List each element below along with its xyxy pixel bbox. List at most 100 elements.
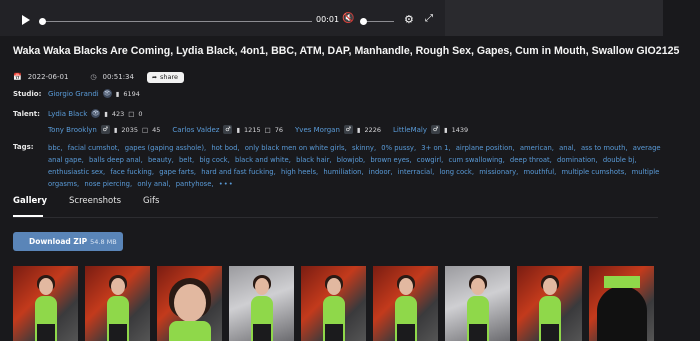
release-date: 2022-06-01: [27, 73, 69, 81]
tag[interactable]: beauty,: [148, 156, 174, 164]
volume-handle[interactable]: [360, 18, 367, 25]
studio-row: Giorgio Grandi 👁 ▮ 6194: [48, 89, 140, 98]
gallery-thumbnail[interactable]: [229, 266, 294, 341]
tag[interactable]: long cock,: [439, 168, 474, 176]
tag[interactable]: facial cumshot,: [68, 144, 120, 152]
tag[interactable]: hard and fast fucking,: [201, 168, 276, 176]
tag[interactable]: black and white,: [235, 156, 291, 164]
talent-link[interactable]: LittleMaly: [393, 126, 427, 134]
gallery-thumbnail[interactable]: [445, 266, 510, 341]
photo-count-icon: □: [264, 125, 271, 134]
tag[interactable]: skinny,: [352, 144, 376, 152]
gallery-thumbnail[interactable]: [301, 266, 366, 341]
calendar-icon: 📅: [13, 73, 22, 81]
tag[interactable]: brown eyes,: [370, 156, 411, 164]
share-button[interactable]: ➦ share: [146, 71, 185, 83]
tab-gallery[interactable]: Gallery: [13, 196, 47, 206]
video-count-icon: ▮: [236, 125, 241, 134]
studio-link[interactable]: Giorgio Grandi: [48, 90, 99, 98]
tag[interactable]: interracial,: [398, 168, 435, 176]
share-label: share: [160, 73, 179, 81]
tag[interactable]: blowjob,: [337, 156, 365, 164]
tag[interactable]: missionary,: [479, 168, 518, 176]
tag[interactable]: black hair,: [296, 156, 332, 164]
tag[interactable]: mouthful,: [523, 168, 556, 176]
mute-icon[interactable]: 🔇: [342, 14, 354, 24]
tag[interactable]: high heels,: [281, 168, 318, 176]
eye-icon[interactable]: 👁: [102, 89, 112, 98]
video-frame: [445, 0, 663, 36]
seek-bar[interactable]: [40, 21, 312, 22]
video-count-icon: ▮: [444, 125, 448, 134]
download-zip-button[interactable]: Download ZIP 54.8 MB: [13, 232, 123, 251]
tag[interactable]: indoor,: [369, 168, 393, 176]
tag[interactable]: enthusiastic sex,: [48, 168, 105, 176]
tag[interactable]: cum swallowing,: [448, 156, 504, 164]
male-icon[interactable]: ♂: [431, 125, 441, 134]
gear-icon[interactable]: ⚙: [404, 14, 414, 25]
gallery-thumbnail[interactable]: [85, 266, 150, 341]
gallery-thumbnail[interactable]: [13, 266, 78, 341]
male-icon[interactable]: ♂: [343, 125, 353, 134]
tag[interactable]: bbc,: [48, 144, 63, 152]
tag[interactable]: hot bod,: [211, 144, 239, 152]
tag[interactable]: cowgirl,: [417, 156, 444, 164]
talent-row: Lydia Black 👁 ▮ 423 □ 0: [48, 109, 143, 118]
active-tab-indicator: [13, 215, 43, 217]
tag[interactable]: humiliation,: [323, 168, 363, 176]
photo-count-icon: □: [128, 109, 135, 118]
talent-link[interactable]: Tony Brooklyn: [48, 126, 97, 134]
tag[interactable]: belt,: [179, 156, 194, 164]
talent-video-count: 1215: [244, 125, 261, 134]
talent-photo-count: 45: [152, 125, 161, 134]
tag[interactable]: gapes (gaping asshole),: [125, 144, 206, 152]
tag[interactable]: face fucking,: [110, 168, 154, 176]
gallery-thumbnail[interactable]: [157, 266, 222, 341]
tag[interactable]: airplane position,: [456, 144, 515, 152]
tag[interactable]: balls deep anal,: [89, 156, 143, 164]
tag[interactable]: ass to mouth,: [581, 144, 628, 152]
studio-label: Studio:: [13, 90, 42, 98]
current-time: 00:01: [316, 15, 340, 24]
talent-photo-count: 76: [274, 125, 284, 134]
talent-link[interactable]: Lydia Black: [48, 110, 87, 118]
fullscreen-icon[interactable]: ⤢: [425, 14, 433, 24]
tag[interactable]: only black men on white girls,: [245, 144, 347, 152]
tag[interactable]: 3+ on 1,: [421, 144, 450, 152]
play-icon[interactable]: [22, 15, 30, 25]
male-icon[interactable]: ♂: [100, 125, 110, 134]
eye-icon[interactable]: 👁: [91, 109, 101, 118]
photo-count-icon: □: [141, 125, 149, 134]
duration: 00:51:34: [102, 73, 134, 81]
tag[interactable]: domination,: [557, 156, 598, 164]
meta-row: 📅 2022-06-01 ◷ 00:51:34 ➦ share: [13, 70, 185, 84]
talent-link[interactable]: Yves Morgan: [295, 126, 340, 134]
male-icon[interactable]: ♂: [223, 125, 233, 134]
talent-video-count: 2226: [364, 125, 381, 134]
video-count-icon: ▮: [115, 89, 120, 98]
tab-gifs[interactable]: Gifs: [143, 196, 159, 206]
tag[interactable]: pantyhose,: [176, 180, 214, 188]
tag[interactable]: anal,: [559, 144, 576, 152]
talent-label: Talent:: [13, 110, 40, 118]
video-player[interactable]: 00:01 🔇 ⚙ ⤢: [0, 0, 663, 36]
tag[interactable]: big cock,: [199, 156, 229, 164]
video-count-icon: ▮: [113, 125, 118, 134]
tag[interactable]: american,: [520, 144, 554, 152]
talent-row: Tony Brooklyn ♂ ▮ 2035 □ 45 Carlos Valde…: [48, 125, 468, 134]
tag[interactable]: nose piercing,: [84, 180, 132, 188]
gallery-thumbnail[interactable]: [517, 266, 582, 341]
tag[interactable]: gape farts,: [159, 168, 196, 176]
tag[interactable]: deep throat,: [510, 156, 552, 164]
tag[interactable]: double bj,: [603, 156, 637, 164]
gallery-thumbnail[interactable]: [589, 266, 654, 341]
seek-handle[interactable]: [39, 18, 46, 25]
tag[interactable]: multiple cumshots,: [561, 168, 626, 176]
talent-link[interactable]: Carlos Valdez: [172, 126, 219, 134]
tag[interactable]: 0% pussy,: [381, 144, 416, 152]
more-tags-button[interactable]: •••: [219, 180, 234, 188]
gallery-thumbnail[interactable]: [373, 266, 438, 341]
tag[interactable]: only anal,: [137, 180, 170, 188]
tab-screenshots[interactable]: Screenshots: [69, 196, 121, 206]
volume-slider[interactable]: [364, 21, 394, 22]
